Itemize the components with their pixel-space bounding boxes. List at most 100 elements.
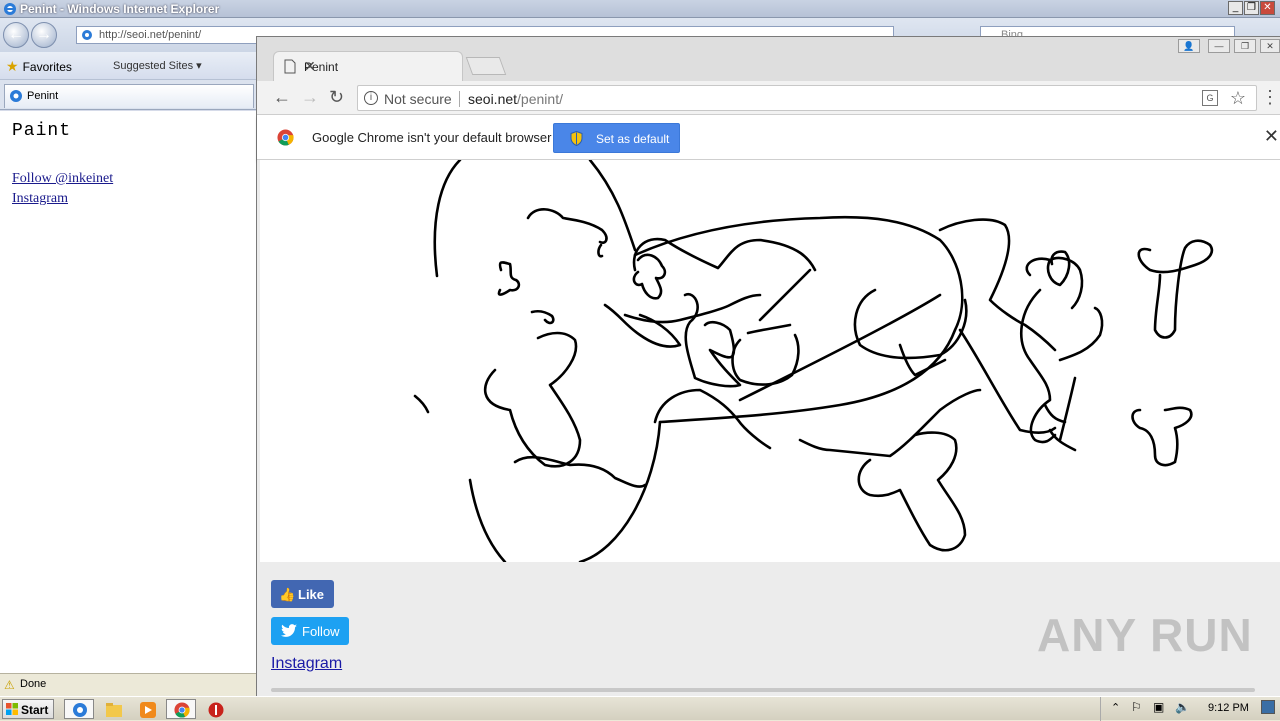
start-button[interactable]: Start (2, 699, 54, 719)
doodle-stroke (530, 309, 555, 325)
shield-icon (570, 131, 583, 146)
windows-taskbar: Start ⌃ ⚐ ▣ 🔈 9:12 PM (0, 696, 1280, 721)
chrome-tab-penint[interactable]: Penint ✕ (273, 51, 463, 81)
restore-button[interactable]: ❐ (1244, 1, 1259, 15)
doodle-stroke (513, 455, 647, 488)
status-text: Done (20, 678, 47, 690)
info-icon[interactable]: i (364, 91, 378, 105)
forward-button[interactable]: → (31, 22, 57, 48)
omnibox-separator (459, 91, 460, 107)
close-button[interactable]: ✕ (1260, 1, 1275, 15)
close-tab-icon[interactable]: ✕ (304, 58, 454, 75)
back-arrow-icon[interactable]: ← (273, 87, 291, 108)
ie-tab-penint[interactable]: Penint (4, 84, 254, 108)
taskbar-media-player-icon[interactable] (132, 699, 162, 719)
doodle-stroke (413, 394, 430, 414)
clock[interactable]: 9:12 PM (1208, 702, 1249, 714)
follow-link[interactable]: Follow @inkeinet (12, 171, 113, 187)
ie-tab-bar: Penint (0, 80, 256, 110)
doodle-stroke (632, 253, 667, 300)
doodle-stroke (938, 218, 1057, 352)
forward-arrow-icon[interactable]: → (301, 87, 319, 108)
doodle-stroke (1019, 288, 1057, 444)
show-hidden-icons[interactable]: ⌃ (1111, 701, 1120, 714)
ie-tab-icon (10, 90, 22, 102)
doodle-stroke (468, 420, 662, 562)
horizontal-scrollbar[interactable] (271, 688, 1255, 692)
translate-icon[interactable]: G (1202, 90, 1218, 106)
infobar-close-icon[interactable]: ✕ (1264, 126, 1279, 147)
network-icon[interactable]: ▣ (1153, 700, 1164, 714)
doodle-stroke (731, 333, 800, 386)
not-secure-label[interactable]: Not secure (384, 91, 452, 107)
ie-tab-label: Penint (27, 90, 59, 102)
doodle-stroke (1058, 376, 1077, 442)
doodle-stroke (1058, 306, 1104, 362)
back-button[interactable]: ← (3, 22, 29, 48)
windows-flag-icon (6, 703, 18, 715)
instagram-link[interactable]: Instagram (12, 191, 68, 207)
suggested-sites-button[interactable]: Suggested Sites ▾ (113, 59, 202, 72)
set-as-default-button[interactable]: Set as default (553, 123, 680, 153)
doodle-stroke (798, 388, 982, 458)
twitter-bird-icon (281, 624, 297, 637)
anyrun-watermark: ANY RUN (1037, 609, 1253, 661)
ie-window-title: Penint - Windows Internet Explorer (20, 2, 220, 16)
minimize-button[interactable]: _ (1228, 1, 1243, 15)
profile-icon[interactable]: 👤 (1178, 39, 1200, 53)
chrome-omnibox[interactable]: i Not secure seoi.net/penint/ G ☆ (357, 85, 1257, 111)
taskbar-stop-icon[interactable] (200, 699, 230, 719)
page-title: Paint (12, 121, 72, 141)
show-desktop-button[interactable] (1261, 700, 1275, 714)
doodle-stroke (853, 288, 968, 360)
doodle-stroke (1043, 403, 1067, 424)
doodle-stroke (433, 160, 637, 278)
doodle-stroke (958, 328, 1057, 434)
doodle-stroke (597, 243, 604, 258)
chrome-minimize-button[interactable]: — (1208, 39, 1230, 53)
chrome-menu-icon[interactable]: ⋮ (1261, 87, 1279, 108)
default-browser-infobar: Google Chrome isn't your default browser… (257, 115, 1280, 160)
volume-icon[interactable]: 🔈 (1175, 700, 1190, 714)
thumbs-up-icon: 👍 (279, 587, 296, 602)
doodle-stroke (857, 431, 967, 552)
doodle-stroke (758, 268, 812, 322)
chrome-close-button[interactable]: ✕ (1260, 39, 1280, 53)
doodle-stroke (1046, 250, 1071, 287)
ie-status-bar: ⚠ Done (0, 673, 256, 696)
twitter-follow-button[interactable]: Follow (271, 617, 349, 645)
new-tab-button[interactable] (465, 57, 507, 75)
doodle-stroke (1137, 239, 1214, 339)
chrome-restore-button[interactable]: ❐ (1234, 39, 1256, 53)
doodle-stroke (746, 323, 792, 335)
ie-address-text: http://seoi.net/penint/ (99, 29, 202, 41)
instagram-link[interactable]: Instagram (271, 655, 342, 673)
bookmark-star-icon[interactable]: ☆ (1230, 88, 1246, 109)
doodle-stroke (497, 261, 521, 296)
facebook-like-button[interactable]: 👍 Like (271, 580, 334, 608)
doodle-stroke (1131, 406, 1193, 467)
taskbar-ie-icon[interactable] (64, 699, 94, 719)
action-center-flag-icon[interactable]: ⚐ (1131, 700, 1142, 714)
chrome-page-content: 👍 Like Follow Instagram ANY RUN (257, 160, 1280, 697)
ie-page-content: Paint Follow @inkeinet Instagram (0, 111, 256, 673)
page-icon (284, 59, 296, 74)
omnibox-url: seoi.net/penint/ (468, 91, 563, 107)
infobar-message: Google Chrome isn't your default browser (312, 130, 552, 145)
taskbar-chrome-icon[interactable] (166, 699, 196, 719)
reload-icon[interactable]: ↻ (329, 87, 344, 108)
taskbar-explorer-icon[interactable] (98, 699, 128, 719)
ie-page-icon (82, 30, 92, 40)
ie-title-bar: Penint - Windows Internet Explorer _ ❐ ✕ (0, 0, 1280, 18)
chrome-toolbar: ← → ↻ i Not secure seoi.net/penint/ G ☆ … (257, 81, 1280, 115)
doodle-stroke (483, 331, 582, 468)
doodle-stroke (683, 292, 742, 388)
doodle-stroke (526, 208, 608, 244)
star-icon: ★ (6, 58, 19, 74)
system-tray: ⌃ ⚐ ▣ 🔈 (1100, 697, 1280, 721)
doodle-stroke (603, 303, 682, 348)
favorites-button[interactable]: ★ Favorites (6, 58, 72, 75)
paint-canvas[interactable] (260, 160, 1280, 562)
chrome-logo-icon (277, 129, 294, 146)
ie-logo-icon (4, 3, 16, 15)
